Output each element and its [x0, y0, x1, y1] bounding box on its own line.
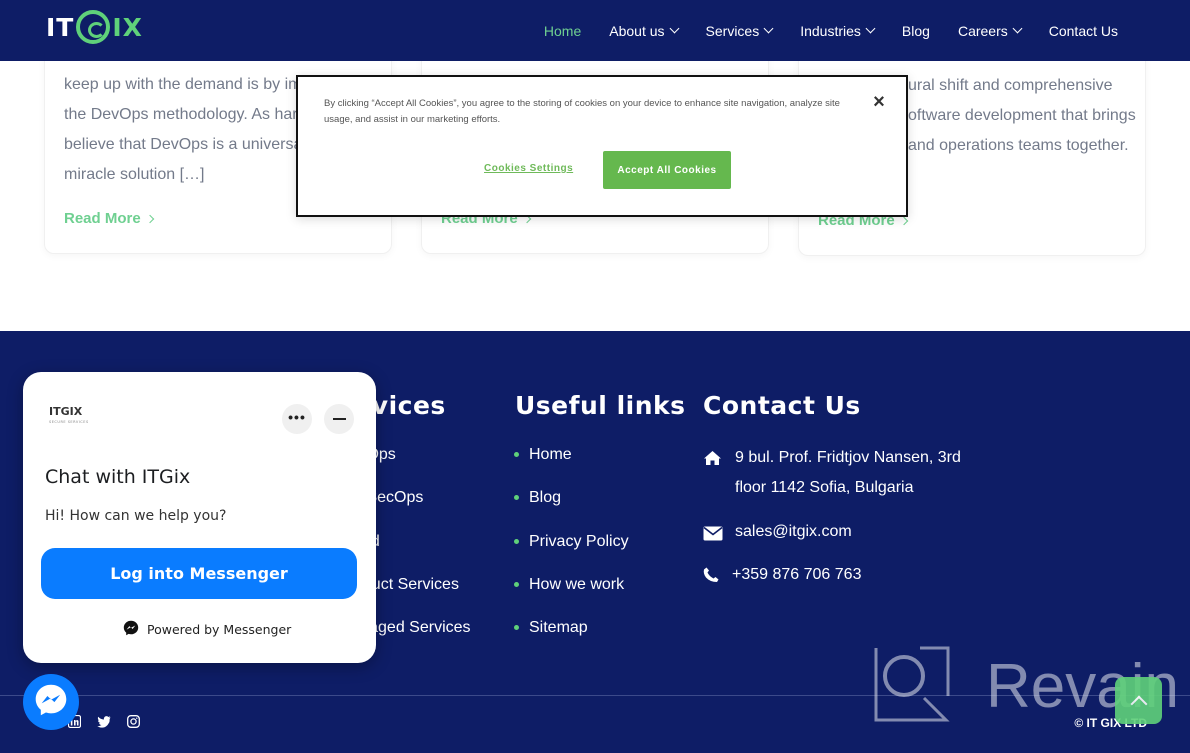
- card-excerpt: keep up with the demand is by imp the De…: [64, 76, 324, 183]
- ellipsis-icon: •••: [288, 409, 306, 425]
- site-header: IT IX Home About us Services Industries …: [0, 0, 1190, 61]
- nav-about-us[interactable]: About us: [609, 23, 679, 39]
- home-icon: [703, 443, 735, 503]
- footer-link-how-we-work[interactable]: How we work: [514, 576, 629, 619]
- itgix-logo[interactable]: IT IX: [46, 10, 143, 44]
- instagram-icon[interactable]: [127, 715, 140, 733]
- chat-title: Chat with ITGix: [45, 466, 191, 488]
- twitter-icon[interactable]: [97, 715, 111, 733]
- minimize-button[interactable]: [324, 404, 354, 434]
- more-options-button[interactable]: •••: [282, 404, 312, 434]
- phone-icon: [703, 560, 732, 590]
- contact-email[interactable]: sales@itgix.com: [703, 517, 852, 547]
- revain-logo-icon: [874, 646, 950, 727]
- useful-links-heading: Useful links: [515, 391, 686, 420]
- read-more-link[interactable]: Read More: [64, 210, 154, 227]
- cookie-consent-text: By clicking “Accept All Cookies”, you ag…: [324, 98, 840, 125]
- nav-blog[interactable]: Blog: [902, 23, 930, 39]
- powered-by-messenger[interactable]: Powered by Messenger: [123, 620, 291, 639]
- social-links: [67, 714, 140, 733]
- nav-services[interactable]: Services: [706, 23, 774, 39]
- logo-g-icon: [76, 10, 111, 44]
- messenger-icon: [123, 620, 139, 639]
- footer-link-sitemap[interactable]: Sitemap: [514, 619, 629, 662]
- footer-link-privacy-policy[interactable]: Privacy Policy: [514, 533, 629, 576]
- accept-all-cookies-button[interactable]: Accept All Cookies: [603, 151, 731, 189]
- chevron-up-icon: [1130, 695, 1147, 712]
- chevron-down-icon: [1012, 23, 1023, 34]
- chevron-down-icon: [669, 23, 679, 34]
- main-nav: Home About us Services Industries Blog C…: [544, 0, 1118, 61]
- envelope-icon: [703, 517, 735, 547]
- nav-careers[interactable]: Careers: [958, 23, 1023, 39]
- cookies-settings-button[interactable]: Cookies Settings: [484, 163, 573, 174]
- messenger-launcher-button[interactable]: [23, 674, 79, 730]
- contact-us-heading: Contact Us: [703, 391, 861, 420]
- chevron-right-icon: [145, 214, 154, 223]
- useful-links-list: Home Blog Privacy Policy How we work Sit…: [514, 446, 629, 662]
- nav-contact-us[interactable]: Contact Us: [1049, 23, 1118, 39]
- chevron-down-icon: [865, 23, 876, 34]
- contact-address: 9 bul. Prof. Fridtjov Nansen, 3rd floor …: [703, 443, 961, 503]
- close-icon[interactable]: ×: [870, 92, 888, 112]
- footer-link-home[interactable]: Home: [514, 446, 629, 489]
- footer-link-blog[interactable]: Blog: [514, 489, 629, 532]
- messenger-icon: [34, 683, 68, 722]
- chevron-right-icon: [899, 216, 908, 225]
- chat-brand-logo: ITGIX SECURE SERVICES: [49, 405, 89, 424]
- contact-phone[interactable]: +359 876 706 763: [703, 560, 861, 590]
- cookie-banner: By clicking “Accept All Cookies”, you ag…: [296, 75, 908, 217]
- messenger-chat-widget: ITGIX SECURE SERVICES ••• Chat with ITGi…: [23, 372, 376, 663]
- card-excerpt: ural shift and comprehensive oftware dev…: [908, 77, 1136, 154]
- chevron-down-icon: [763, 23, 774, 34]
- minus-icon: [332, 418, 346, 420]
- scroll-to-top-button[interactable]: [1115, 677, 1162, 724]
- nav-home[interactable]: Home: [544, 23, 581, 39]
- log-into-messenger-button[interactable]: Log into Messenger: [41, 548, 357, 599]
- nav-industries[interactable]: Industries: [800, 23, 876, 39]
- chat-greeting: Hi! How can we help you?: [45, 508, 227, 524]
